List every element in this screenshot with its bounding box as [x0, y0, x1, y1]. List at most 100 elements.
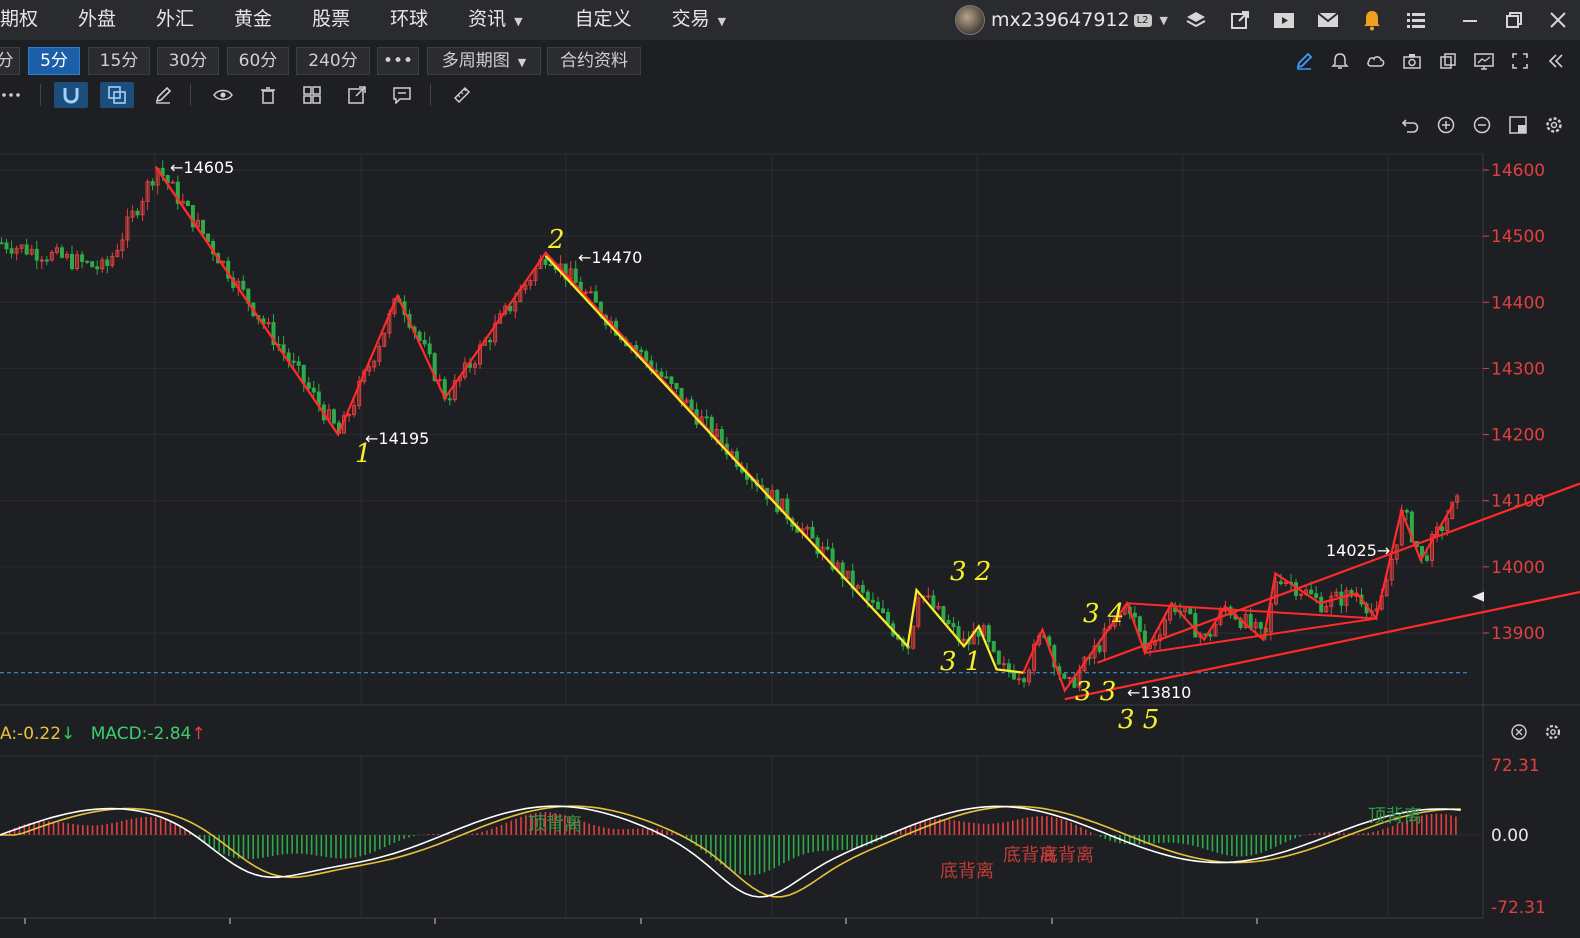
candle-body	[1208, 633, 1213, 637]
panel-settings-icon[interactable]	[1536, 724, 1570, 744]
fullscreen-icon[interactable]	[1502, 45, 1538, 77]
candle-body	[986, 625, 991, 643]
layout-icon[interactable]	[1500, 112, 1536, 138]
minimize-icon[interactable]	[1448, 0, 1492, 40]
restore-icon[interactable]	[1492, 0, 1536, 40]
candle-body	[639, 349, 644, 353]
candle-body	[941, 606, 946, 621]
price-tick-label: 13900	[1491, 624, 1545, 644]
alarm-icon[interactable]	[1322, 45, 1358, 77]
period-button[interactable]: 60分	[227, 47, 289, 75]
candle-body	[1016, 678, 1021, 681]
share-icon[interactable]	[340, 82, 374, 108]
chart-area[interactable]: 14600 14500 14400 14300 14200 14100 14000 13900…	[0, 150, 1580, 938]
grid-icon[interactable]	[295, 82, 329, 108]
pencil-icon[interactable]	[1286, 45, 1322, 77]
toolbar-divider	[430, 84, 431, 106]
ruler-icon[interactable]	[445, 82, 479, 108]
menu-item-label: 股票	[312, 8, 351, 30]
candle-body	[991, 641, 996, 652]
brush-icon[interactable]	[146, 82, 180, 108]
copy-icon[interactable]	[1430, 45, 1466, 77]
period-button[interactable]: 多周期图 ▼	[427, 47, 541, 75]
export-icon[interactable]	[1218, 0, 1262, 40]
settings-icon[interactable]	[1536, 112, 1572, 138]
undo-icon[interactable]	[1392, 112, 1428, 138]
menu-item[interactable]: 资讯 ▼	[448, 0, 542, 40]
period-button[interactable]: 240分	[296, 47, 370, 75]
menu-item[interactable]: 外汇	[136, 0, 214, 40]
multi-select-icon[interactable]	[100, 82, 134, 108]
period-button[interactable]: 5分	[28, 47, 80, 75]
close-panel-icon[interactable]	[1502, 724, 1536, 744]
period-button[interactable]: •••	[377, 47, 419, 75]
period-button[interactable]: 15分	[88, 47, 150, 75]
candle-body	[1097, 645, 1102, 652]
candle-body	[1067, 676, 1072, 679]
monitor-icon[interactable]	[1466, 45, 1502, 77]
menu-item[interactable]: 外盘	[58, 0, 136, 40]
zoom-in-icon[interactable]	[1428, 112, 1464, 138]
menubar-right: mx239647912 L2 ▼	[955, 0, 1580, 40]
eye-icon[interactable]	[206, 82, 240, 108]
zoom-out-icon[interactable]	[1464, 112, 1500, 138]
period-button[interactable]: 合约资料	[547, 47, 641, 75]
macd-a-arrow: ↓	[61, 724, 76, 744]
period-button-label: 合约资料	[560, 51, 628, 71]
username[interactable]: mx239647912	[991, 9, 1130, 31]
candle-body	[437, 379, 442, 382]
user-caret-icon[interactable]: ▼	[1160, 14, 1168, 27]
current-price-marker	[1472, 591, 1484, 602]
candle-body	[296, 361, 301, 366]
macd-a-value: A:-0.22	[0, 724, 62, 744]
macd-panel-tools	[1502, 724, 1570, 744]
period-button-label: 15分	[99, 51, 139, 71]
magnet-icon[interactable]	[54, 82, 88, 108]
period-button-label: 30分	[168, 51, 208, 71]
menu-item[interactable]: 黄金	[214, 0, 292, 40]
comment-icon[interactable]	[385, 82, 419, 108]
list-icon[interactable]	[1394, 0, 1438, 40]
menu-item[interactable]: 期权	[0, 0, 58, 40]
top-menubar: 期权 外盘 外汇 黄金 股票 环球 资讯 ▼ 自定义 交易 ▼ mx239647912 L2 ▼	[0, 0, 1580, 40]
mail-icon[interactable]	[1306, 0, 1350, 40]
trash-icon[interactable]	[251, 82, 285, 108]
candle-body	[422, 339, 427, 345]
price-annotation: 14025→	[1326, 541, 1390, 560]
handwritten-label: 1	[355, 439, 372, 469]
menu-item-label: 外盘	[78, 8, 117, 30]
menu-item[interactable]: 环球	[370, 0, 448, 40]
candle-body	[85, 260, 90, 263]
candle-body	[588, 291, 593, 294]
candle-body	[331, 409, 336, 424]
chevron-down-icon: ▼	[517, 56, 527, 69]
price-tick-label: 14600	[1491, 161, 1545, 181]
price-tick-label: 14500	[1491, 227, 1545, 247]
close-icon[interactable]	[1536, 0, 1580, 40]
cloud-icon[interactable]	[1358, 45, 1394, 77]
toolbar-divider	[190, 84, 191, 106]
candle-body	[1404, 509, 1409, 513]
collapse-panel-icon[interactable]	[1538, 45, 1574, 77]
video-icon[interactable]	[1262, 0, 1306, 40]
more-dots-icon[interactable]	[0, 82, 28, 108]
period-button[interactable]: 分	[0, 47, 20, 75]
period-button[interactable]: 30分	[157, 47, 219, 75]
drawing-toolbar	[0, 80, 700, 108]
candle-body	[0, 242, 4, 245]
candle-body	[880, 608, 885, 614]
level2-badge: L2	[1133, 13, 1152, 27]
candle-body	[1248, 613, 1253, 629]
layers-icon[interactable]	[1174, 0, 1218, 40]
period-button-label: 60分	[238, 51, 278, 71]
menu-item[interactable]: 股票	[292, 0, 370, 40]
menu-item-label: 环球	[390, 8, 429, 30]
menu-item[interactable]: 交易 ▼	[652, 0, 746, 40]
camera-icon[interactable]	[1394, 45, 1430, 77]
bell-icon[interactable]	[1350, 0, 1394, 40]
menu-item[interactable]: 自定义	[555, 0, 652, 40]
candle-body	[200, 219, 205, 235]
macd-tick-label: 0.00	[1491, 826, 1529, 846]
avatar[interactable]	[955, 5, 986, 35]
candle-body	[825, 546, 830, 550]
